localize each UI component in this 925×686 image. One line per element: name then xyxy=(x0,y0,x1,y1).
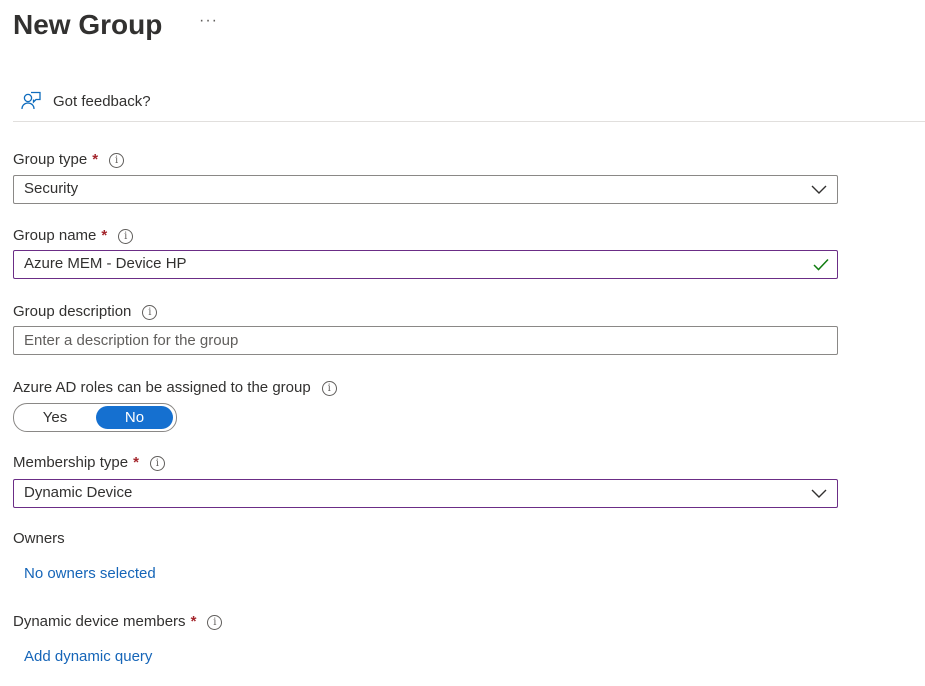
owners-label: Owners xyxy=(13,529,65,549)
page-title: New Group xyxy=(13,9,163,40)
required-marker: * xyxy=(101,227,108,244)
chevron-down-icon xyxy=(811,185,827,194)
feedback-label: Got feedback? xyxy=(53,92,151,110)
dynamic-device-members-label: Dynamic device members * i xyxy=(13,612,223,632)
required-marker: * xyxy=(133,454,139,471)
azure-ad-roles-label-text: Azure AD roles can be assigned to the gr… xyxy=(13,379,311,396)
dynamic-device-members-label-text: Dynamic device members xyxy=(13,613,186,630)
info-icon[interactable]: i xyxy=(109,152,125,168)
divider xyxy=(13,121,925,122)
group-name-label: Group name * i xyxy=(13,226,134,246)
feedback-icon xyxy=(21,91,41,110)
checkmark-icon xyxy=(813,258,829,271)
feedback-button[interactable]: Got feedback? xyxy=(20,88,151,114)
azure-ad-roles-toggle[interactable]: Yes No xyxy=(13,403,177,432)
info-icon[interactable]: i xyxy=(118,228,134,244)
info-icon[interactable]: i xyxy=(142,304,158,320)
membership-type-value: Dynamic Device xyxy=(24,484,133,501)
toggle-yes-option[interactable]: Yes xyxy=(16,406,94,429)
group-name-label-text: Group name xyxy=(13,227,97,244)
group-type-label-text: Group type xyxy=(13,151,88,168)
group-name-input[interactable]: Azure MEM - Device HP xyxy=(13,250,838,279)
membership-type-label: Membership type * i xyxy=(13,453,165,473)
owners-label-text: Owners xyxy=(13,530,65,547)
azure-ad-roles-label: Azure AD roles can be assigned to the gr… xyxy=(13,378,337,398)
membership-type-dropdown[interactable]: Dynamic Device xyxy=(13,479,838,508)
no-owners-selected-link[interactable]: No owners selected xyxy=(24,565,156,582)
group-description-label-text: Group description xyxy=(13,303,132,320)
info-icon[interactable]: i xyxy=(149,455,165,471)
required-marker: * xyxy=(190,613,197,630)
group-type-value: Security xyxy=(24,180,79,197)
membership-type-label-text: Membership type xyxy=(13,454,129,471)
info-icon[interactable]: i xyxy=(207,614,223,630)
add-dynamic-query-link[interactable]: Add dynamic query xyxy=(24,648,152,665)
chevron-down-icon xyxy=(811,489,827,498)
info-icon[interactable]: i xyxy=(321,380,337,396)
more-options-button[interactable]: ··· xyxy=(199,12,218,30)
group-description-input[interactable] xyxy=(24,330,804,350)
group-description-field[interactable] xyxy=(13,326,838,355)
group-name-value[interactable]: Azure MEM - Device HP xyxy=(24,255,187,272)
toggle-no-option[interactable]: No xyxy=(96,406,173,429)
required-marker: * xyxy=(92,151,99,168)
group-type-dropdown[interactable]: Security xyxy=(13,175,838,204)
group-description-label: Group description i xyxy=(13,302,158,322)
group-type-label: Group type * i xyxy=(13,150,125,170)
